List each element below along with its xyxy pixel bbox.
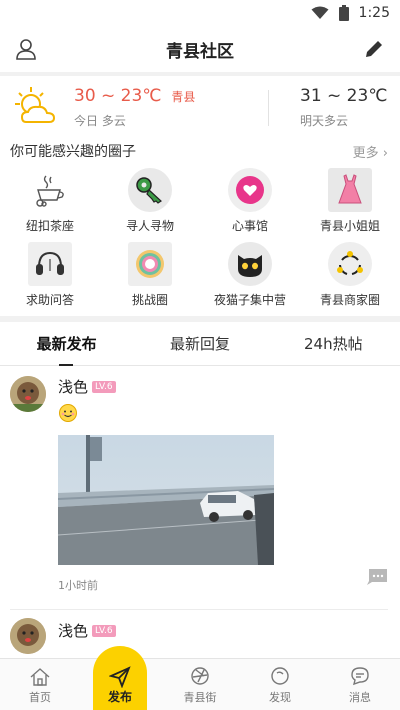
today-description: 今日 多云 bbox=[74, 113, 126, 128]
nav-discover[interactable]: 发现 bbox=[240, 659, 320, 710]
circles-heading: 你可能感兴趣的圈子 bbox=[10, 144, 136, 160]
nav-street-label: 青县街 bbox=[183, 691, 217, 704]
more-circles-link[interactable]: 更多 › bbox=[353, 142, 388, 161]
circle-item-help[interactable]: 求助问答 bbox=[0, 242, 100, 308]
tomorrow-description: 明天多云 bbox=[300, 114, 349, 128]
publish-button[interactable]: 发布 bbox=[93, 646, 147, 710]
teacup-icon bbox=[28, 168, 72, 212]
level-badge: LV.6 bbox=[92, 624, 116, 637]
post-time: 1小时前 bbox=[58, 579, 98, 592]
tomorrow-temperature: 31 ~ 23℃ bbox=[300, 86, 388, 106]
dress-icon bbox=[328, 168, 372, 212]
nav-messages-label: 消息 bbox=[349, 691, 371, 704]
circle-item-heart[interactable]: 心事馆 bbox=[200, 168, 300, 234]
circle-label: 青县商家圈 bbox=[319, 293, 380, 307]
circle-item-girls[interactable]: 青县小姐姐 bbox=[300, 168, 400, 234]
feed-post[interactable]: 浅色 LV.6 bbox=[0, 610, 400, 654]
tab-latest-posts[interactable]: 最新发布 bbox=[0, 333, 133, 354]
aperture-icon bbox=[191, 667, 209, 685]
bottom-nav: 首页 青县街 发现 消息 bbox=[0, 658, 400, 710]
headset-icon bbox=[28, 242, 72, 286]
post-image[interactable] bbox=[58, 435, 274, 565]
nav-street[interactable]: 青县街 bbox=[160, 659, 240, 710]
circle-label: 寻人寻物 bbox=[125, 219, 174, 233]
circle-label: 青县小姐姐 bbox=[319, 219, 380, 233]
status-bar: 1:25 bbox=[0, 0, 400, 26]
circles-header: 你可能感兴趣的圈子 更多 › bbox=[0, 138, 400, 164]
circle-label: 夜猫子集中营 bbox=[213, 293, 286, 307]
circle-label: 求助问答 bbox=[25, 293, 74, 307]
circle-item-night-owl[interactable]: 夜猫子集中营 bbox=[200, 242, 300, 308]
circle-item-challenge[interactable]: 挑战圈 bbox=[100, 242, 200, 308]
circle-label: 挑战圈 bbox=[131, 293, 168, 307]
top-bar: 青县社区 bbox=[0, 26, 400, 72]
weather-widget[interactable]: 30 ~ 23℃ 青县 今日 多云 31 ~ 23℃ 明天多云 bbox=[0, 76, 400, 138]
nav-messages[interactable]: 消息 bbox=[320, 659, 400, 710]
search-circle-icon bbox=[271, 667, 289, 685]
pencil-icon bbox=[366, 41, 382, 57]
compose-button[interactable] bbox=[360, 35, 388, 63]
nav-home[interactable]: 首页 bbox=[0, 659, 80, 710]
today-temperature: 30 ~ 23℃ bbox=[74, 85, 162, 106]
weather-divider bbox=[268, 90, 269, 126]
home-icon bbox=[30, 668, 50, 686]
circle-item-tea[interactable]: 纽扣茶座 bbox=[0, 168, 100, 234]
target-icon bbox=[128, 242, 172, 286]
chevron-right-icon: › bbox=[382, 145, 388, 161]
page-title: 青县社区 bbox=[166, 41, 234, 62]
feed-post[interactable]: 浅色 LV.6 1小时前 bbox=[0, 366, 400, 610]
circle-item-merchants[interactable]: 青县商家圈 bbox=[300, 242, 400, 308]
user-icon bbox=[16, 39, 36, 60]
post-author[interactable]: 浅色 bbox=[58, 620, 88, 641]
circle-item-lost-found[interactable]: 寻人寻物 bbox=[100, 168, 200, 234]
cat-icon bbox=[228, 242, 272, 286]
nav-home-label: 首页 bbox=[29, 691, 51, 704]
key-icon bbox=[128, 168, 172, 212]
avatar[interactable] bbox=[10, 618, 46, 654]
wifi-icon bbox=[311, 6, 329, 19]
status-time: 1:25 bbox=[358, 5, 390, 21]
comment-button[interactable] bbox=[366, 568, 388, 590]
chat-bubble-icon bbox=[367, 569, 387, 585]
message-icon bbox=[351, 667, 369, 686]
weather-city: 青县 bbox=[171, 89, 196, 104]
publish-label: 发布 bbox=[107, 690, 132, 704]
more-label: 更多 bbox=[352, 145, 379, 161]
nav-discover-label: 发现 bbox=[269, 691, 291, 704]
send-icon bbox=[109, 666, 131, 688]
circles-grid: 纽扣茶座 寻人寻物 心事馆 青县小姐姐 求助问答 挑战圈 夜猫子集中营 青县商家… bbox=[0, 164, 400, 316]
share-circle-icon bbox=[328, 242, 372, 286]
tab-latest-replies[interactable]: 最新回复 bbox=[133, 333, 266, 354]
avatar[interactable] bbox=[10, 376, 46, 412]
post-author[interactable]: 浅色 bbox=[58, 376, 88, 397]
level-badge: LV.6 bbox=[92, 380, 116, 393]
profile-button[interactable] bbox=[12, 35, 40, 63]
circle-label: 心事馆 bbox=[231, 219, 268, 233]
battery-icon bbox=[338, 5, 349, 21]
heart-bubble-icon bbox=[228, 168, 272, 212]
tab-hot-24h[interactable]: 24h热帖 bbox=[267, 333, 400, 354]
feed-tabs: 最新发布 最新回复 24h热帖 bbox=[0, 322, 400, 366]
circle-label: 纽扣茶座 bbox=[25, 219, 74, 233]
smiley-emoji-icon bbox=[59, 404, 77, 422]
partly-cloudy-icon bbox=[15, 87, 56, 123]
